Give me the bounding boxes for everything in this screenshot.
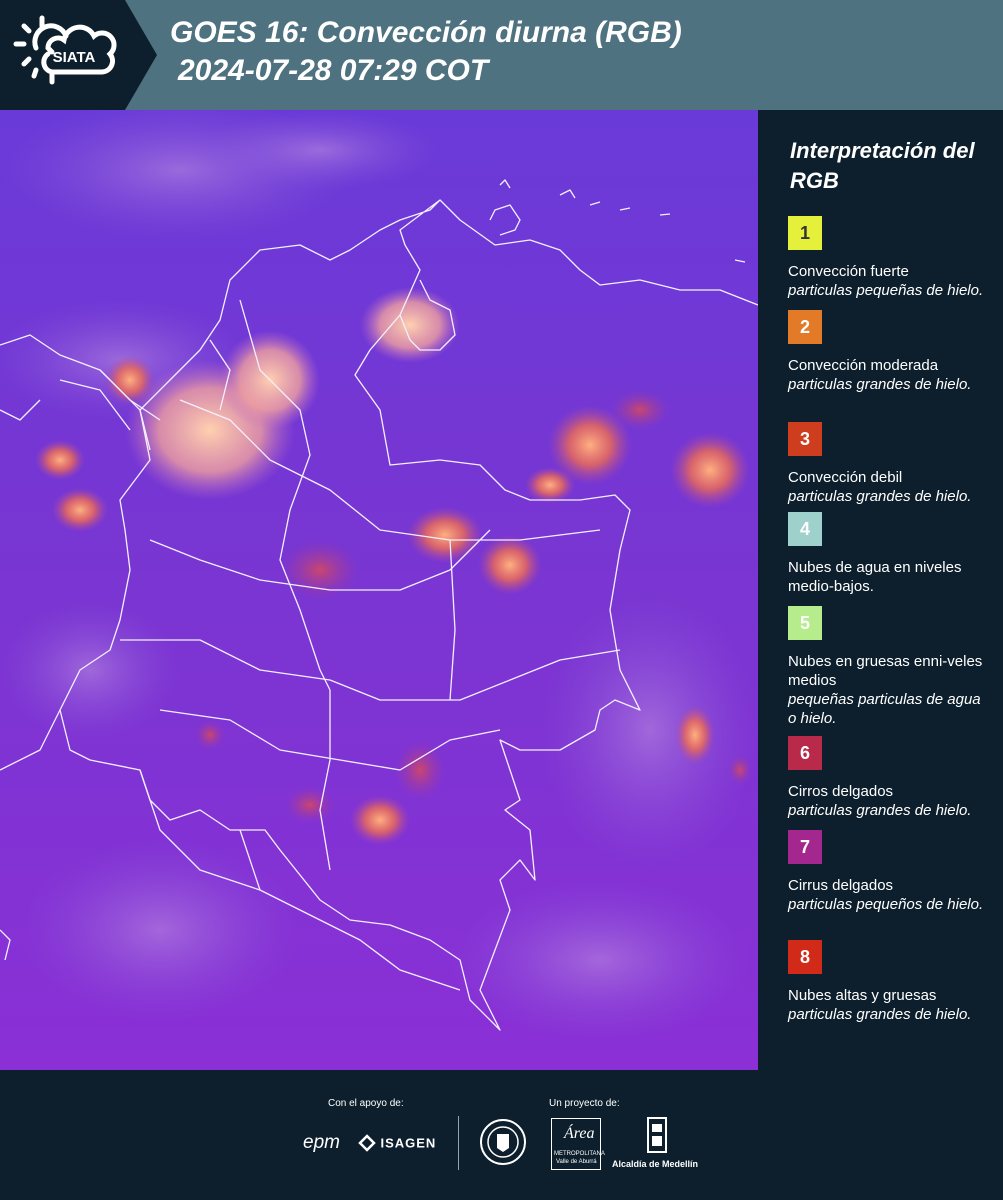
- legend-item-8: 8 Nubes altas y gruesas particulas grand…: [788, 940, 993, 1024]
- legend-swatch-4: 4: [788, 512, 822, 546]
- title-line-2: 2024-07-28 07:29 COT: [178, 54, 489, 87]
- goes-rgb-image: [0, 110, 758, 1070]
- legend-sub-6: particulas grandes de hielo.: [788, 802, 972, 819]
- legend-swatch-1: 1: [788, 216, 822, 250]
- legend-swatch-2: 2: [788, 310, 822, 344]
- legend-item-6: 6 Cirros delgados particulas grandes de …: [788, 736, 993, 820]
- header-bar: SIATA GOES 16: Convección diurna (RGB) 2…: [0, 0, 1003, 110]
- logo-arrow: [125, 0, 157, 110]
- seal-icon: [480, 1119, 526, 1165]
- legend-swatch-6: 6: [788, 736, 822, 770]
- legend-swatch-5: 5: [788, 606, 822, 640]
- alcaldia-text: Alcaldía de Medellín: [612, 1159, 699, 1169]
- area-metropolitana-logo: Área METROPOLITANA Valle de Aburrá: [551, 1118, 605, 1170]
- legend-sub-3: particulas grandes de hielo.: [788, 488, 972, 505]
- isagen-text: ISAGEN: [380, 1135, 437, 1151]
- medellin-seal: [479, 1118, 527, 1171]
- legend-label-4: Nubes de agua en niveles medio-bajos.: [788, 559, 962, 595]
- footer: Con el apoyo de: Un proyecto de: epm ISA…: [0, 1070, 1003, 1200]
- isagen-logo: ISAGEN: [358, 1134, 436, 1152]
- legend-item-7: 7 Cirrus delgados particulas pequeños de…: [788, 830, 993, 914]
- support-label: Con el apoyo de:: [328, 1098, 404, 1109]
- footer-separator: [458, 1116, 459, 1170]
- legend-sub-1: particulas pequeñas de hielo.: [788, 282, 984, 299]
- alcaldia-shield: [646, 1116, 668, 1161]
- area-logo-text: Área: [564, 1125, 595, 1142]
- legend-item-3: 3 Convección debil particulas grandes de…: [788, 422, 993, 506]
- shield-icon: [647, 1117, 667, 1153]
- legend-label-8: Nubes altas y gruesas: [788, 987, 937, 1004]
- legend-item-5: 5 Nubes en gruesas enni-veles medios peq…: [788, 606, 993, 728]
- legend-panel: Interpretación del RGB 1 Convección fuer…: [760, 110, 1003, 1070]
- legend-label-1: Convección fuerte: [788, 263, 909, 280]
- epm-logo: epm: [303, 1132, 340, 1153]
- legend-label-5: Nubes en gruesas enni-veles medios: [788, 653, 983, 689]
- legend-label-6: Cirros delgados: [788, 783, 894, 800]
- legend-swatch-3: 3: [788, 422, 822, 456]
- legend-label-7: Cirrus delgados: [788, 877, 894, 894]
- page-title: GOES 16: Convección diurna (RGB) 2024-07…: [170, 14, 682, 90]
- legend-swatch-8: 8: [788, 940, 822, 974]
- svg-text:SIATA: SIATA: [53, 49, 96, 66]
- legend-sub-2: particulas grandes de hielo.: [788, 376, 972, 393]
- satellite-map: [0, 110, 758, 1070]
- legend-sub-5: pequeñas particulas de agua o hielo.: [788, 691, 981, 727]
- area-logo-sub1: METROPOLITANA: [554, 1151, 605, 1157]
- legend-label-2: Convección moderada: [788, 357, 939, 374]
- legend-item-4: 4 Nubes de agua en niveles medio-bajos.: [788, 512, 993, 596]
- area-logo-sub2: Valle de Aburrá: [556, 1159, 597, 1165]
- sun-cloud-icon: SIATA: [13, 15, 117, 85]
- isagen-mark-icon: [358, 1134, 376, 1152]
- legend-swatch-7: 7: [788, 830, 822, 864]
- siata-logo: SIATA: [0, 0, 125, 110]
- legend-sub-8: particulas grandes de hielo.: [788, 1006, 972, 1023]
- legend-item-1: 1 Convección fuerte particulas pequeñas …: [788, 216, 993, 300]
- legend-sub-7: particulas pequeños de hielo.: [788, 896, 984, 913]
- legend-item-2: 2 Convección moderada particulas grandes…: [788, 310, 993, 394]
- project-label: Un proyecto de:: [549, 1098, 620, 1109]
- legend-label-3: Convección debil: [788, 469, 903, 486]
- legend-title: Interpretación del RGB: [790, 138, 975, 193]
- title-line-1: GOES 16: Convección diurna (RGB): [170, 16, 682, 49]
